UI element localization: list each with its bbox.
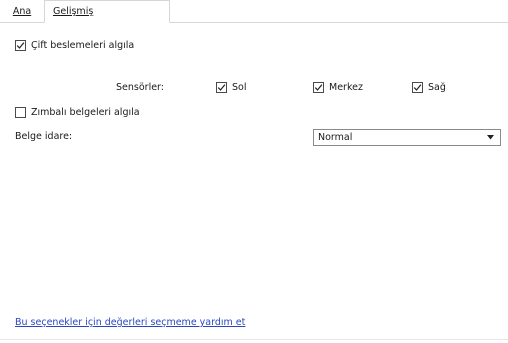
sensor-sag-option[interactable]: Sağ	[412, 82, 446, 93]
staple-label: Zımbalı belgeleri algıla	[31, 107, 140, 118]
sensor-sag-label: Sağ	[428, 82, 446, 93]
tab-gelismis-label: Gelişmiş	[53, 6, 94, 17]
double-feed-label: Çift beslemeleri algıla	[31, 40, 135, 51]
doc-handling-select[interactable]: Normal	[313, 129, 501, 146]
sensor-sol-label: Sol	[232, 82, 247, 93]
sensor-merkez-label: Merkez	[329, 82, 363, 93]
doc-handling-label-row: Belge idare:	[15, 131, 72, 142]
staple-checkbox[interactable]	[15, 107, 26, 118]
staple-option[interactable]: Zımbalı belgeleri algıla	[15, 107, 140, 118]
doc-handling-label: Belge idare:	[15, 131, 73, 142]
checkmark-icon	[413, 84, 422, 91]
checkmark-icon	[314, 84, 323, 91]
sensors-label: Sensörler:	[116, 82, 164, 93]
doc-handling-value: Normal	[318, 132, 353, 143]
sensor-merkez-checkbox[interactable]	[313, 82, 324, 93]
tab-ana-label: Ana	[12, 6, 32, 17]
chevron-down-icon	[487, 135, 494, 140]
sensors-label-row: Sensörler:	[116, 82, 164, 93]
tab-gelismis[interactable]: Gelişmiş	[44, 0, 170, 23]
bottom-divider	[0, 339, 508, 340]
sensor-sol-option[interactable]: Sol	[216, 82, 246, 93]
sensor-merkez-option[interactable]: Merkez	[313, 82, 363, 93]
help-link[interactable]: Bu seçenekler için değerleri seçmeme yar…	[15, 317, 245, 328]
tab-ana[interactable]: Ana	[0, 2, 45, 22]
double-feed-option[interactable]: Çift beslemeleri algıla	[15, 40, 134, 51]
checkmark-icon	[217, 84, 226, 91]
double-feed-checkbox[interactable]	[15, 40, 26, 51]
sensor-sol-checkbox[interactable]	[216, 82, 227, 93]
sensor-sag-checkbox[interactable]	[412, 82, 423, 93]
checkmark-icon	[16, 42, 25, 49]
tab-strip: Ana Gelişmiş	[0, 0, 508, 23]
